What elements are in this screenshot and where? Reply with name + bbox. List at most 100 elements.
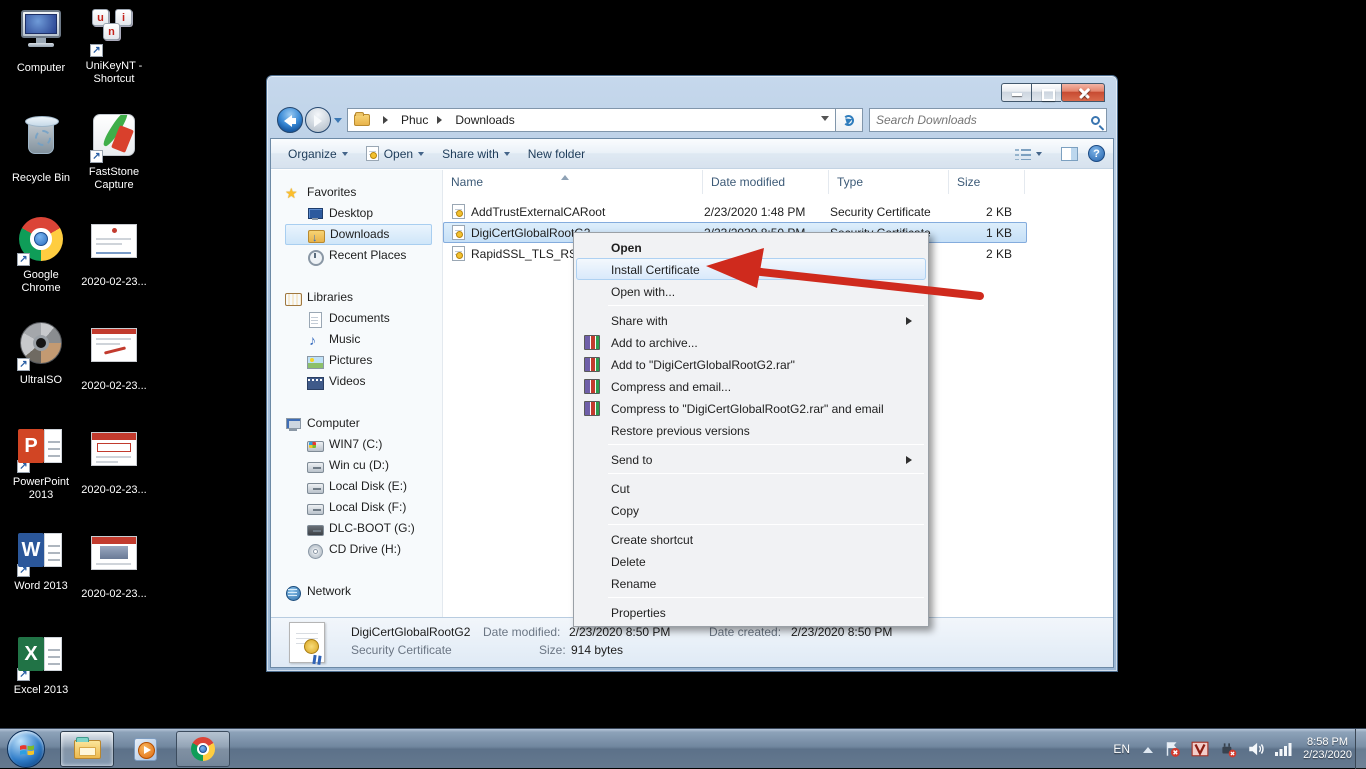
sidebar-section-libraries[interactable]: Libraries [271,287,442,308]
network-signal-icon[interactable] [1275,740,1293,758]
new-folder-button[interactable]: New folder [519,143,594,165]
breadcrumb-root[interactable]: Phuc [399,111,430,129]
desktop-icon-recycle-bin[interactable]: Recycle Bin [4,112,78,185]
taskbar-chrome-button[interactable] [176,731,230,767]
menu-item-add-to-archive[interactable]: Add to archive... [576,331,926,353]
menu-item-restore-previous-versions[interactable]: Restore previous versions [576,419,926,441]
menu-item-label: Cut [611,482,630,496]
sidebar-item-recent-places[interactable]: Recent Places [271,245,442,266]
menu-item-install-certificate[interactable]: Install Certificate [576,258,926,280]
back-button[interactable] [277,107,303,133]
menu-item-label: Add to "DigiCertGlobalRootG2.rar" [611,358,795,372]
close-button[interactable] [1061,83,1105,102]
menu-separator [608,524,924,525]
desktop-icon-ultraiso[interactable]: ↗UltraISO [4,320,78,387]
pc-icon [285,416,301,432]
sidebar-item-local-disk-f[interactable]: Local Disk (F:) [271,497,442,518]
sidebar-item-music[interactable]: Music [271,329,442,350]
menu-separator [608,597,924,598]
sidebar-item-win7-c[interactable]: WIN7 (C:) [271,434,442,455]
menu-item-compress-to-digicertglobalrootg2-rar-and-email[interactable]: Compress to "DigiCertGlobalRootG2.rar" a… [576,397,926,419]
views-button[interactable] [1006,143,1051,164]
menu-item-share-with[interactable]: Share with [576,309,926,331]
minimize-button[interactable] [1001,83,1031,102]
action-center-icon[interactable] [1163,740,1181,758]
sidebar-section-network[interactable]: Network [271,581,442,602]
desktop-icon-label: Excel 2013 [4,684,78,697]
back-arrow-icon [284,115,292,127]
volume-icon[interactable] [1247,740,1265,758]
sidebar-item-documents[interactable]: Documents [271,308,442,329]
desktop-icon-google-chrome[interactable]: ↗Google Chrome [4,216,78,295]
sidebar-item-dlc-boot-g[interactable]: DLC-BOOT (G:) [271,518,442,539]
column-header-type[interactable]: Type [829,170,949,194]
table-row-addtrustexternalcaroot[interactable]: AddTrustExternalCARoot2/23/2020 1:48 PMS… [443,201,1027,222]
help-button[interactable]: ? [1088,145,1105,162]
details-date-created-value: 2/23/2020 8:50 PM [791,625,892,639]
menu-item-properties[interactable]: Properties [576,601,926,623]
menu-item-create-shortcut[interactable]: Create shortcut [576,528,926,550]
address-dropdown-icon[interactable] [821,116,829,125]
section-gap [271,602,442,617]
search-input[interactable] [876,113,1091,127]
desktop-icon-2020-02-23[interactable]: 2020-02-23... [77,528,151,601]
desktop-icon-label: Google Chrome [4,269,78,295]
column-header-size[interactable]: Size [949,170,1025,194]
breadcrumb[interactable]: Phuc Downloads [347,108,836,132]
unikey-icon[interactable] [1191,740,1209,758]
taskbar-media-player-button[interactable] [122,731,168,767]
language-indicator[interactable]: EN [1110,742,1133,756]
sidebar-item-desktop[interactable]: Desktop [271,203,442,224]
column-header-date-modified[interactable]: Date modified [703,170,829,194]
desktop-icon-label: 2020-02-23... [77,484,151,497]
desktop-icon-computer[interactable]: Computer [4,8,78,75]
share-with-button[interactable]: Share with [433,143,519,165]
recent-icon [307,248,323,264]
column-header-name[interactable]: Name [443,170,703,194]
forward-button[interactable] [305,107,331,133]
sidebar-item-cd-drive-h[interactable]: CD Drive (H:) [271,539,442,560]
open-button[interactable]: Open [357,142,433,165]
sidebar-section-computer[interactable]: Computer [271,413,442,434]
menu-item-rename[interactable]: Rename [576,572,926,594]
sidebar-item-videos[interactable]: Videos [271,371,442,392]
refresh-icon [843,115,854,126]
sidebar-section-favorites[interactable]: Favorites [271,182,442,203]
menu-item-add-to-digicertglobalrootg2-rar[interactable]: Add to "DigiCertGlobalRootG2.rar" [576,353,926,375]
winrar-icon [584,379,600,394]
menu-item-open-with[interactable]: Open with... [576,280,926,302]
desktop-icon-2020-02-23[interactable]: 2020-02-23... [77,216,151,289]
menu-item-cut[interactable]: Cut [576,477,926,499]
menu-item-send-to[interactable]: Send to [576,448,926,470]
sidebar-item-local-disk-e[interactable]: Local Disk (E:) [271,476,442,497]
show-desktop-button[interactable] [1355,729,1366,769]
file-size-cell: 2 KB [950,247,1026,261]
refresh-button[interactable] [836,108,863,132]
sidebar-item-pictures[interactable]: Pictures [271,350,442,371]
menu-item-open[interactable]: Open [576,236,926,258]
start-button[interactable] [7,730,45,768]
desktop-icon-word-2013[interactable]: W↗Word 2013 [4,528,78,593]
breadcrumb-current[interactable]: Downloads [453,111,516,129]
menu-item-copy[interactable]: Copy [576,499,926,521]
sidebar-item-win-cu-d[interactable]: Win cu (D:) [271,455,442,476]
taskbar-explorer-button[interactable] [60,731,114,767]
desktop-icon-2020-02-23[interactable]: 2020-02-23... [77,424,151,497]
desktop-icon-faststone-capture[interactable]: ↗FastStone Capture [77,112,151,192]
desktop-icon-excel-2013[interactable]: X↗Excel 2013 [4,632,78,697]
menu-item-delete[interactable]: Delete [576,550,926,572]
show-hidden-icons-button[interactable] [1143,742,1153,753]
desktop-icon-2020-02-23[interactable]: 2020-02-23... [77,320,151,393]
organize-button[interactable]: Organize [279,143,357,165]
downloads-icon [308,227,324,243]
preview-pane-button[interactable] [1061,147,1078,161]
taskbar-clock[interactable]: 8:58 PM 2/23/2020 [1303,736,1352,762]
desktop-icon-powerpoint-2013[interactable]: P↗PowerPoint 2013 [4,424,78,502]
sidebar-item-downloads[interactable]: Downloads [285,224,432,245]
menu-item-label: Open with... [611,285,675,299]
desktop-icon-unikeynt-shortcut[interactable]: uin↗UniKeyNT - Shortcut [77,8,151,86]
recent-pages-chevron-icon[interactable] [334,118,342,127]
power-plug-icon[interactable] [1219,740,1237,758]
menu-item-compress-and-email[interactable]: Compress and email... [576,375,926,397]
maximize-button[interactable] [1031,83,1061,102]
